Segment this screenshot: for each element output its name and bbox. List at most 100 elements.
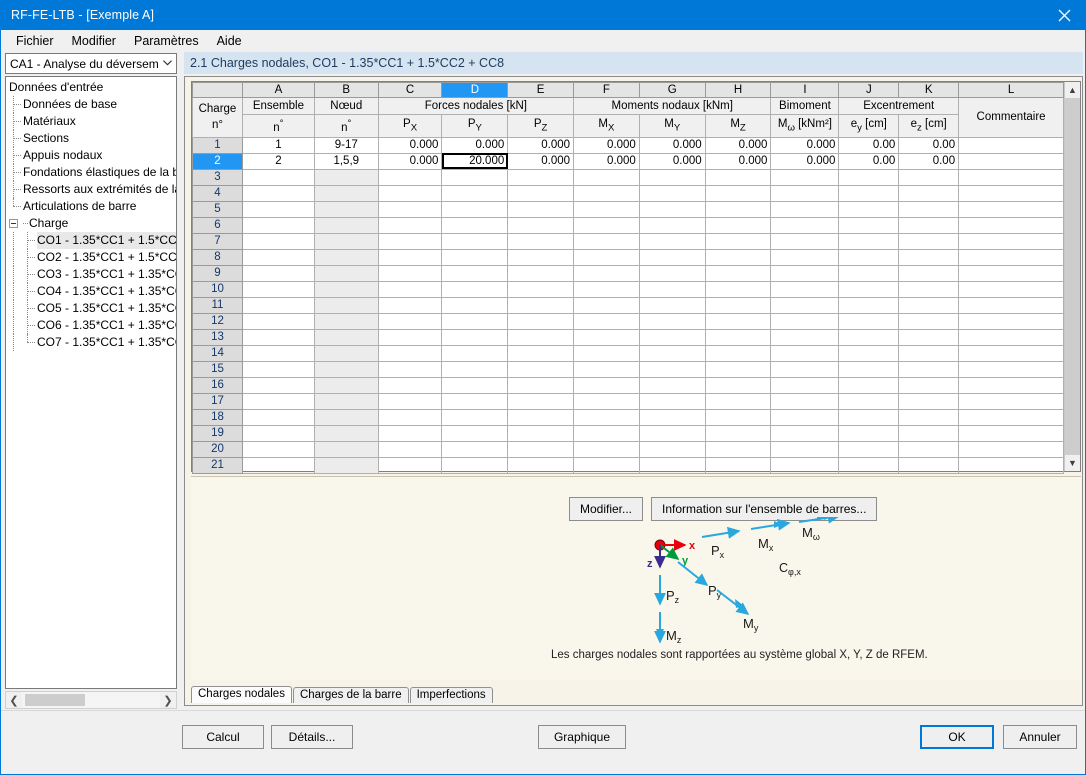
table-cell[interactable] [441,440,509,458]
row-header[interactable]: 8 [192,248,243,266]
table-cell[interactable] [507,184,575,202]
table-cell[interactable] [441,200,509,218]
table-cell[interactable] [507,312,575,330]
calcul-button[interactable]: Calcul [182,725,264,749]
table-row[interactable]: 18 [192,408,1065,426]
table-cell[interactable] [704,280,772,298]
table-cell[interactable] [958,344,1065,362]
table-cell[interactable] [958,424,1065,442]
table-cell[interactable] [507,440,575,458]
table-cell[interactable] [441,184,509,202]
table-cell[interactable] [898,360,960,378]
table-cell[interactable] [441,312,509,330]
table-cell[interactable] [507,200,575,218]
table-cell[interactable] [507,376,575,394]
tree-horizontal-scrollbar[interactable]: ❮ ❯ [5,691,177,709]
table-row[interactable]: 21 [192,456,1065,474]
table-cell[interactable] [838,392,900,410]
table-cell[interactable] [313,312,379,330]
chevron-left-icon[interactable]: ❮ [6,694,22,707]
table-cell[interactable]: 9-17 [313,136,379,154]
table-cell[interactable]: 0.000 [573,152,640,170]
table-cell[interactable] [241,360,315,378]
table-cell[interactable] [958,216,1065,234]
table-cell[interactable] [770,328,840,346]
tree-item-co1[interactable]: CO1 - 1.35*CC1 + 1.5*CC2 + CC8 [9,232,176,249]
tab-imperfections[interactable]: Imperfections [409,687,493,703]
table-cell[interactable] [838,216,900,234]
table-cell[interactable] [507,344,575,362]
table-cell[interactable] [573,328,640,346]
table-row[interactable]: 2 2 1,5,9 0.000 20.000 0.000 0.000 0.000 0.000 0.… [192,152,1065,170]
scrollbar-thumb[interactable] [25,694,85,706]
row-header[interactable]: 11 [192,296,243,314]
row-header[interactable]: 21 [192,456,243,474]
table-cell[interactable] [770,424,840,442]
chevron-right-icon[interactable]: ❯ [160,694,176,707]
table-cell[interactable] [313,200,379,218]
row-header[interactable]: 3 [192,168,243,186]
table-cell[interactable]: 0.000 [770,136,840,154]
table-cell[interactable] [898,440,960,458]
table-cell[interactable] [573,248,640,266]
table-row[interactable]: 7 [192,232,1065,250]
table-cell[interactable]: 0.000 [638,136,706,154]
table-cell[interactable] [441,408,509,426]
table-cell[interactable] [838,360,900,378]
table-cell[interactable] [507,264,575,282]
table-cell[interactable] [573,232,640,250]
table-cell[interactable] [241,200,315,218]
table-cell[interactable] [898,184,960,202]
table-cell[interactable] [770,184,840,202]
table-cell[interactable] [507,216,575,234]
table-cell[interactable] [377,344,443,362]
column-header-h[interactable]: H [704,82,772,98]
table-cell[interactable] [704,296,772,314]
row-header[interactable]: 16 [192,376,243,394]
table-cell[interactable] [507,360,575,378]
table-cell[interactable] [958,376,1065,394]
table-row[interactable]: 19 [192,424,1065,442]
table-cell[interactable] [313,264,379,282]
row-header[interactable]: 9 [192,264,243,282]
table-cell[interactable] [898,424,960,442]
table-cell[interactable] [704,392,772,410]
table-cell[interactable] [958,408,1065,426]
table-row[interactable]: 12 [192,312,1065,330]
table-cell[interactable] [898,392,960,410]
table-cell[interactable] [313,184,379,202]
table-cell[interactable] [441,216,509,234]
table-cell[interactable] [638,184,706,202]
table-cell[interactable] [898,328,960,346]
table-cell[interactable] [638,424,706,442]
table-cell[interactable] [838,312,900,330]
table-cell[interactable] [838,328,900,346]
row-header[interactable]: 14 [192,344,243,362]
table-cell[interactable] [573,456,640,474]
tree-group-charge[interactable]: Charge [9,215,176,232]
table-cell[interactable] [573,184,640,202]
table-row[interactable]: 11 [192,296,1065,314]
tree-item-co3[interactable]: CO3 - 1.35*CC1 + 1.35*CC2 [9,266,176,283]
table-cell[interactable] [313,376,379,394]
table-cell[interactable] [377,408,443,426]
table-cell[interactable] [958,136,1065,154]
table-cell[interactable] [377,296,443,314]
table-cell[interactable] [441,344,509,362]
table-cell[interactable]: 20.000 [441,152,509,170]
table-row[interactable]: 8 [192,248,1065,266]
table-cell[interactable] [313,248,379,266]
table-cell[interactable] [704,200,772,218]
table-cell[interactable] [241,456,315,474]
table-cell[interactable]: 0.000 [704,152,772,170]
table-cell[interactable] [638,168,706,186]
table-cell[interactable] [704,248,772,266]
table-cell[interactable] [573,280,640,298]
table-cell[interactable] [313,328,379,346]
table-cell[interactable] [898,200,960,218]
table-cell[interactable] [770,168,840,186]
table-cell[interactable]: 0.00 [898,152,960,170]
table-cell[interactable] [313,424,379,442]
table-cell[interactable] [838,408,900,426]
table-cell[interactable] [573,296,640,314]
